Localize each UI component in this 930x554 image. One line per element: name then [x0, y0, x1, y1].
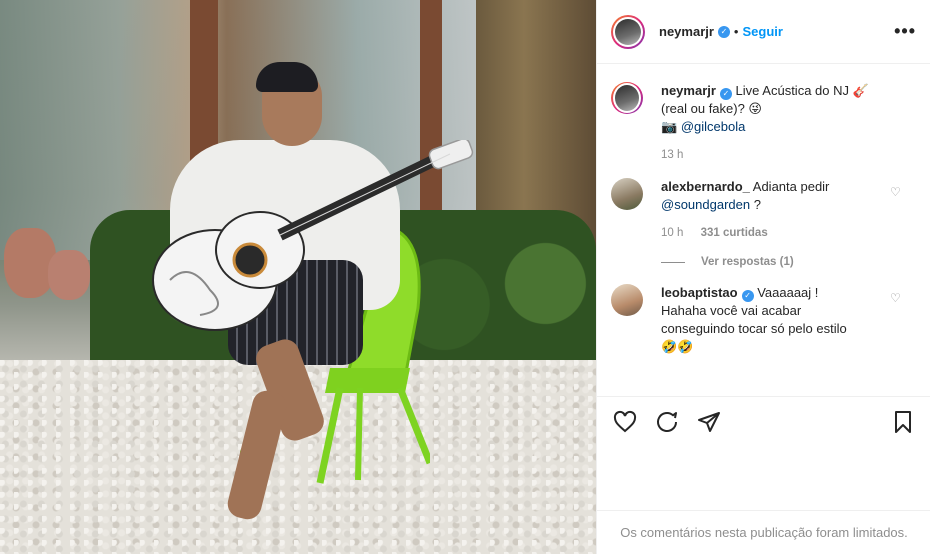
caption: neymarjr ✓ Live Acústica do NJ 🎸 (real ou…	[611, 82, 916, 164]
share-icon[interactable]	[695, 408, 723, 436]
comment-username[interactable]: leobaptistao	[661, 285, 738, 300]
follow-button[interactable]: Seguir	[742, 24, 782, 39]
comments-list: neymarjr ✓ Live Acústica do NJ 🎸 (real ou…	[597, 64, 930, 394]
separator-dot: •	[733, 24, 739, 39]
verified-badge-icon: ✓	[741, 290, 754, 302]
replies-line	[661, 261, 685, 263]
comment-time[interactable]: 10 h	[661, 227, 683, 239]
caption-meta: 13 h	[661, 146, 876, 164]
heart-icon[interactable]	[611, 408, 639, 436]
post-photo[interactable]	[0, 0, 596, 554]
comment: alexbernardo_ Adianta pedir @soundgarden…	[611, 178, 916, 242]
comment-heart-icon[interactable]: ♡	[890, 186, 902, 198]
caption-username[interactable]: neymarjr	[661, 83, 716, 98]
caption-mention-link[interactable]: @gilcebola	[681, 119, 746, 134]
header-username[interactable]: neymarjr	[659, 24, 714, 39]
avatar[interactable]	[611, 284, 643, 316]
black-cap	[256, 62, 318, 92]
post-header: neymarjr ✓ • Seguir •••	[597, 0, 930, 64]
comment-text-after: ?	[750, 197, 761, 212]
verified-badge-icon: ✓	[717, 25, 730, 38]
caption-time[interactable]: 13 h	[661, 149, 683, 161]
comment-username[interactable]: alexbernardo_	[661, 179, 750, 194]
comment-icon[interactable]	[653, 408, 681, 436]
comment-emojis: 🤣🤣	[661, 339, 694, 354]
comment-heart-icon[interactable]: ♡	[890, 292, 902, 304]
comment-text-rest: Hahaha você vai acabar conseguindo tocar…	[661, 303, 847, 336]
avatar[interactable]	[611, 14, 645, 49]
clay-pot	[48, 250, 90, 300]
post-side-panel: neymarjr ✓ • Seguir ••• neymarjr ✓ Live A…	[596, 0, 930, 554]
comment: leobaptistao ✓ Vaaaaaaj ! Hahaha você vai…	[611, 284, 916, 356]
avatar[interactable]	[611, 82, 643, 114]
caption-text-line1: Live Acústica do NJ 🎸	[735, 83, 869, 98]
action-bar	[597, 396, 930, 446]
caption-text-line2: (real ou fake)? 😜	[661, 101, 762, 116]
view-replies-label: Ver respostas (1)	[701, 256, 794, 268]
comments-limited-notice: Os comentários nesta publicação foram li…	[597, 510, 930, 554]
instagram-post: neymarjr ✓ • Seguir ••• neymarjr ✓ Live A…	[0, 0, 930, 554]
acoustic-guitar	[152, 140, 474, 331]
comment-text: Adianta pedir	[752, 179, 830, 194]
bookmark-icon[interactable]	[889, 408, 917, 436]
camera-emoji: 📷	[661, 119, 678, 134]
comment-meta: 10 h 331 curtidas	[661, 224, 876, 242]
guitar-player	[140, 60, 474, 523]
leg	[224, 387, 290, 523]
verified-badge-icon: ✓	[719, 88, 732, 100]
limited-text: Os comentários nesta publicação foram li…	[620, 525, 908, 540]
more-horizontal-icon[interactable]: •••	[894, 21, 916, 42]
comment-mention-link[interactable]: @soundgarden	[661, 197, 750, 212]
comment-likes[interactable]: 331 curtidas	[701, 227, 768, 239]
view-replies-button[interactable]: Ver respostas (1)	[661, 256, 916, 268]
comment-text-first: Vaaaaaaj !	[757, 285, 819, 300]
avatar[interactable]	[611, 178, 643, 210]
